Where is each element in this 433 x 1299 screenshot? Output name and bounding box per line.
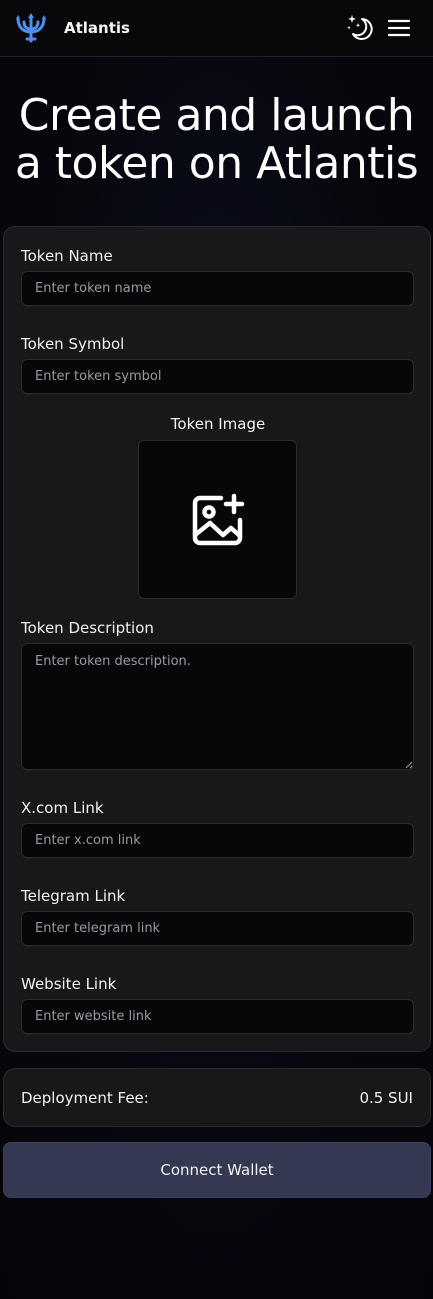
brand-name[interactable]: Atlantis	[64, 18, 130, 38]
deployment-fee-card: Deployment Fee: 0.5 SUI	[3, 1068, 431, 1127]
website-link-label: Website Link	[21, 975, 117, 993]
deployment-fee-label: Deployment Fee:	[21, 1089, 149, 1107]
x-link-label: X.com Link	[21, 799, 104, 817]
page-title: Create and launch a token on Atlantis	[14, 90, 419, 189]
token-form-card: Token Name Token Symbol Token Image Toke…	[3, 226, 431, 1052]
top-navbar: Atlantis	[0, 0, 433, 57]
moon-stars-icon[interactable]	[345, 12, 375, 42]
token-name-input[interactable]	[21, 271, 414, 306]
connect-wallet-button[interactable]: Connect Wallet	[3, 1142, 431, 1198]
website-link-input[interactable]	[21, 999, 414, 1034]
token-symbol-label: Token Symbol	[21, 335, 125, 353]
image-plus-icon	[192, 493, 245, 546]
token-image-label: Token Image	[170, 415, 266, 433]
telegram-link-label: Telegram Link	[21, 887, 126, 905]
token-image-upload[interactable]	[138, 440, 297, 599]
trident-logo-icon[interactable]	[15, 12, 47, 44]
token-description-textarea[interactable]	[21, 643, 414, 770]
telegram-link-input[interactable]	[21, 911, 414, 946]
token-symbol-input[interactable]	[21, 359, 414, 394]
token-description-label: Token Description	[21, 619, 154, 637]
x-link-input[interactable]	[21, 823, 414, 858]
hamburger-menu-icon[interactable]	[387, 16, 411, 40]
deployment-fee-value: 0.5 SUI	[359, 1089, 413, 1107]
token-name-label: Token Name	[21, 247, 113, 265]
